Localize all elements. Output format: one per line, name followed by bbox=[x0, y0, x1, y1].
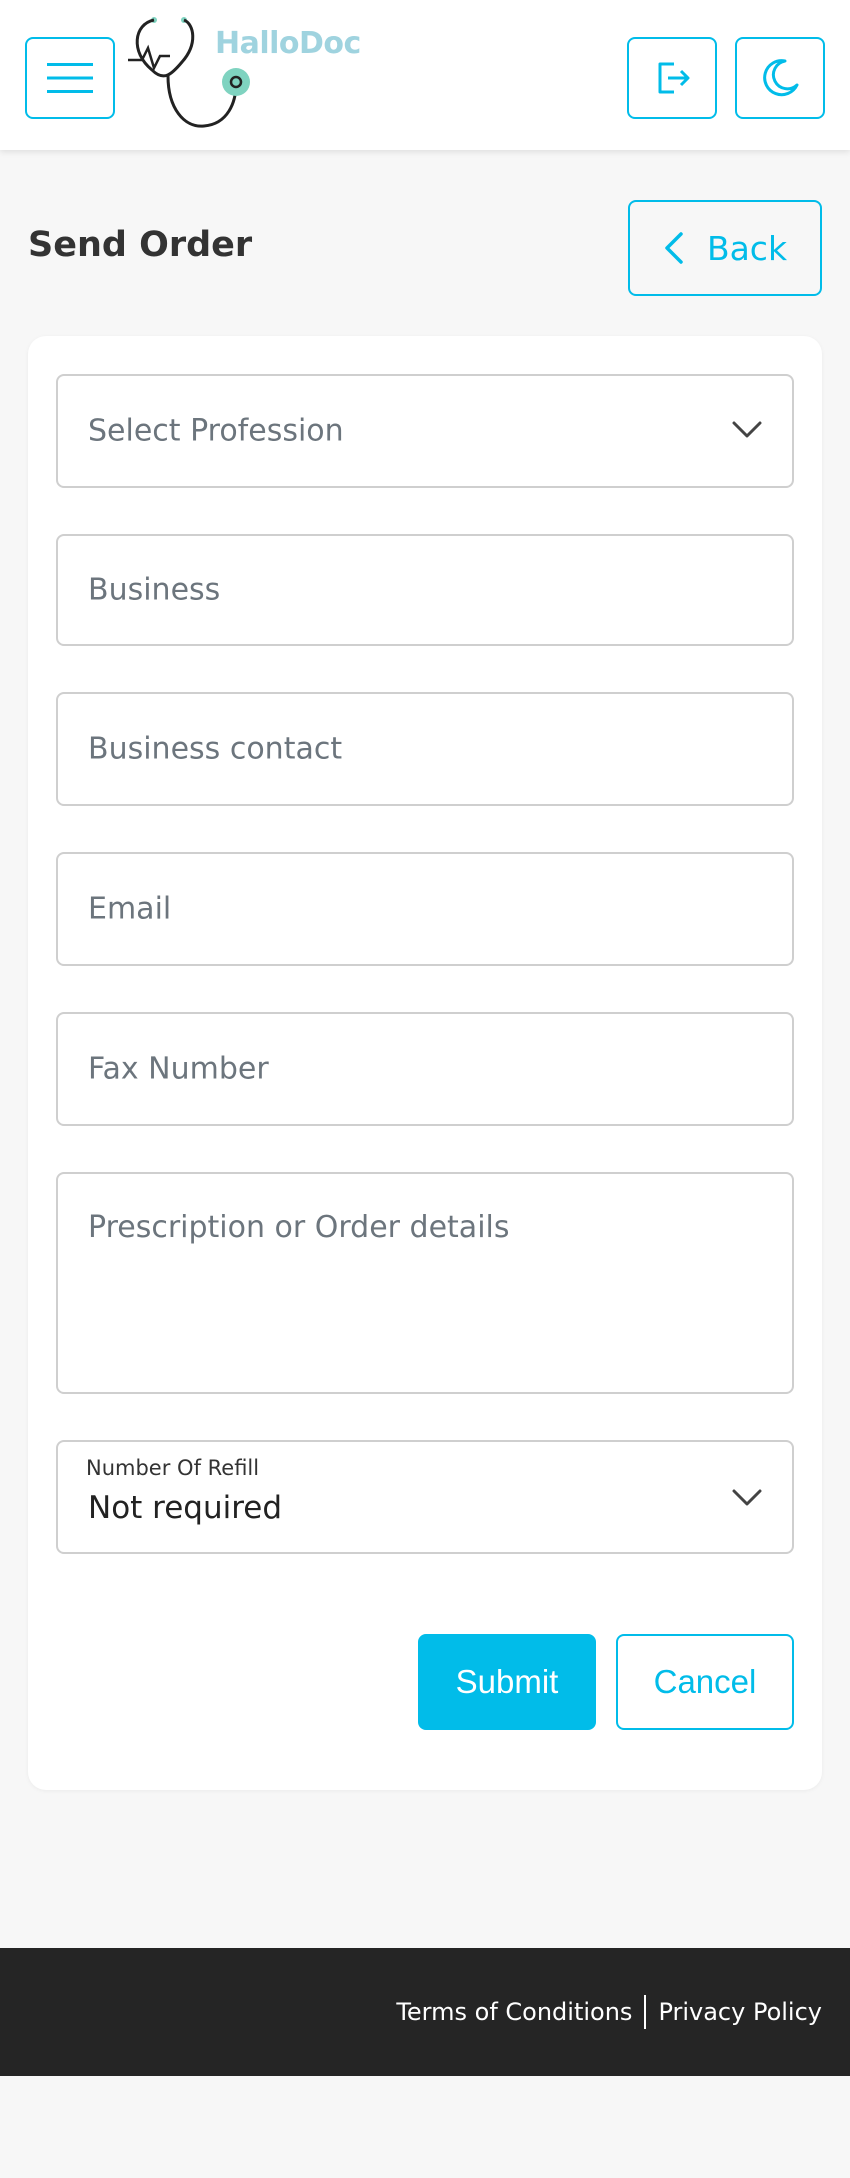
theme-toggle-button[interactable] bbox=[735, 37, 825, 119]
footer-links: Terms of Conditions Privacy Policy bbox=[396, 1995, 822, 2029]
email-placeholder: Email bbox=[88, 891, 172, 927]
refill-label: Number Of Refill bbox=[86, 1456, 260, 1480]
refill-value: Not required bbox=[88, 1490, 283, 1526]
moon-icon bbox=[763, 59, 799, 97]
business-input[interactable]: Business bbox=[56, 534, 794, 646]
cancel-button[interactable]: Cancel bbox=[616, 1634, 794, 1730]
page-title: Send Order bbox=[28, 225, 253, 265]
footer: Terms of Conditions Privacy Policy bbox=[0, 1948, 850, 2076]
order-details-placeholder: Prescription or Order details bbox=[88, 1210, 510, 1245]
menu-button[interactable] bbox=[25, 37, 115, 119]
chevron-left-icon bbox=[665, 232, 683, 264]
chevron-down-icon bbox=[732, 1489, 762, 1506]
footer-divider bbox=[644, 1995, 647, 2029]
business-contact-input[interactable]: Business contact bbox=[56, 692, 794, 806]
profession-select[interactable]: Select Profession bbox=[56, 374, 794, 488]
business-contact-placeholder: Business contact bbox=[88, 731, 343, 767]
logout-button[interactable] bbox=[627, 37, 717, 119]
back-button[interactable]: Back bbox=[628, 200, 822, 296]
email-input[interactable]: Email bbox=[56, 852, 794, 966]
refill-select[interactable]: Number Of Refill Not required bbox=[56, 1440, 794, 1554]
order-details-textarea[interactable]: Prescription or Order details bbox=[56, 1172, 794, 1394]
profession-placeholder: Select Profession bbox=[88, 413, 344, 449]
privacy-link[interactable]: Privacy Policy bbox=[658, 1998, 822, 2026]
chevron-down-icon bbox=[732, 421, 762, 438]
top-header: HalloDoc bbox=[0, 0, 850, 150]
hamburger-icon bbox=[47, 63, 93, 93]
fax-number-input[interactable]: Fax Number bbox=[56, 1012, 794, 1126]
back-button-label: Back bbox=[706, 228, 788, 268]
terms-link[interactable]: Terms of Conditions bbox=[396, 1998, 632, 2026]
logout-icon bbox=[658, 62, 690, 94]
business-placeholder: Business bbox=[88, 572, 221, 608]
fax-placeholder: Fax Number bbox=[88, 1051, 269, 1087]
submit-button[interactable]: Submit bbox=[418, 1634, 596, 1730]
brand-name: HalloDoc bbox=[215, 26, 361, 61]
